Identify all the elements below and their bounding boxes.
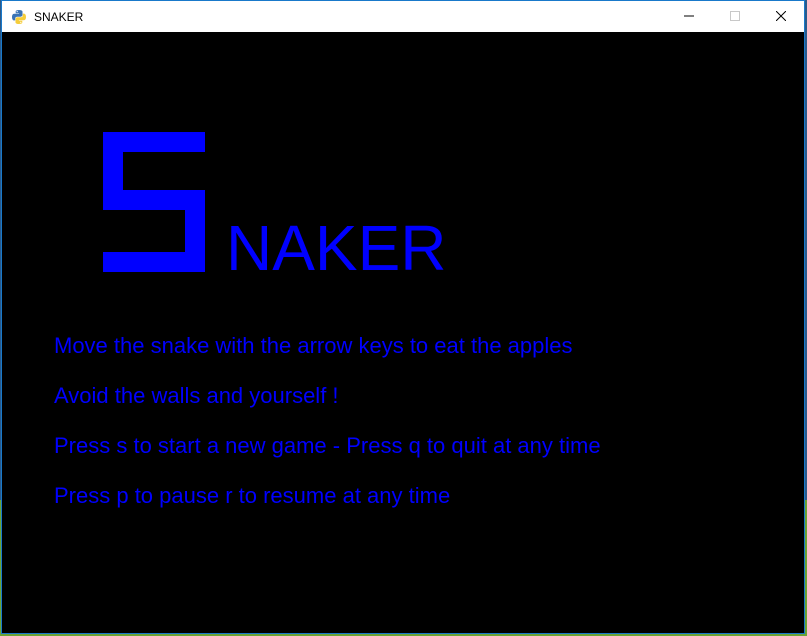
- python-icon: [11, 9, 27, 25]
- close-button[interactable]: [758, 1, 804, 32]
- window-title: SNAKER: [34, 9, 84, 24]
- logo-letter-s: [103, 132, 207, 277]
- maximize-icon: [730, 8, 740, 26]
- maximize-button[interactable]: [712, 1, 758, 32]
- instruction-line: Press s to start a new game - Press q to…: [54, 433, 601, 458]
- instruction-line: Move the snake with the arrow keys to ea…: [54, 333, 573, 358]
- game-window: SNAKER NAKER Move the snake with the arr…: [1, 0, 805, 634]
- instruction-line: Press p to pause r to resume at any time: [54, 483, 451, 508]
- game-canvas[interactable]: NAKER Move the snake with the arrow keys…: [2, 32, 804, 633]
- instruction-line: Avoid the walls and yourself !: [54, 383, 339, 408]
- minimize-button[interactable]: [666, 1, 712, 32]
- window-controls: [666, 1, 804, 32]
- logo-text: NAKER: [226, 212, 447, 284]
- minimize-icon: [684, 8, 694, 26]
- close-icon: [775, 8, 787, 26]
- title-bar[interactable]: SNAKER: [2, 1, 804, 32]
